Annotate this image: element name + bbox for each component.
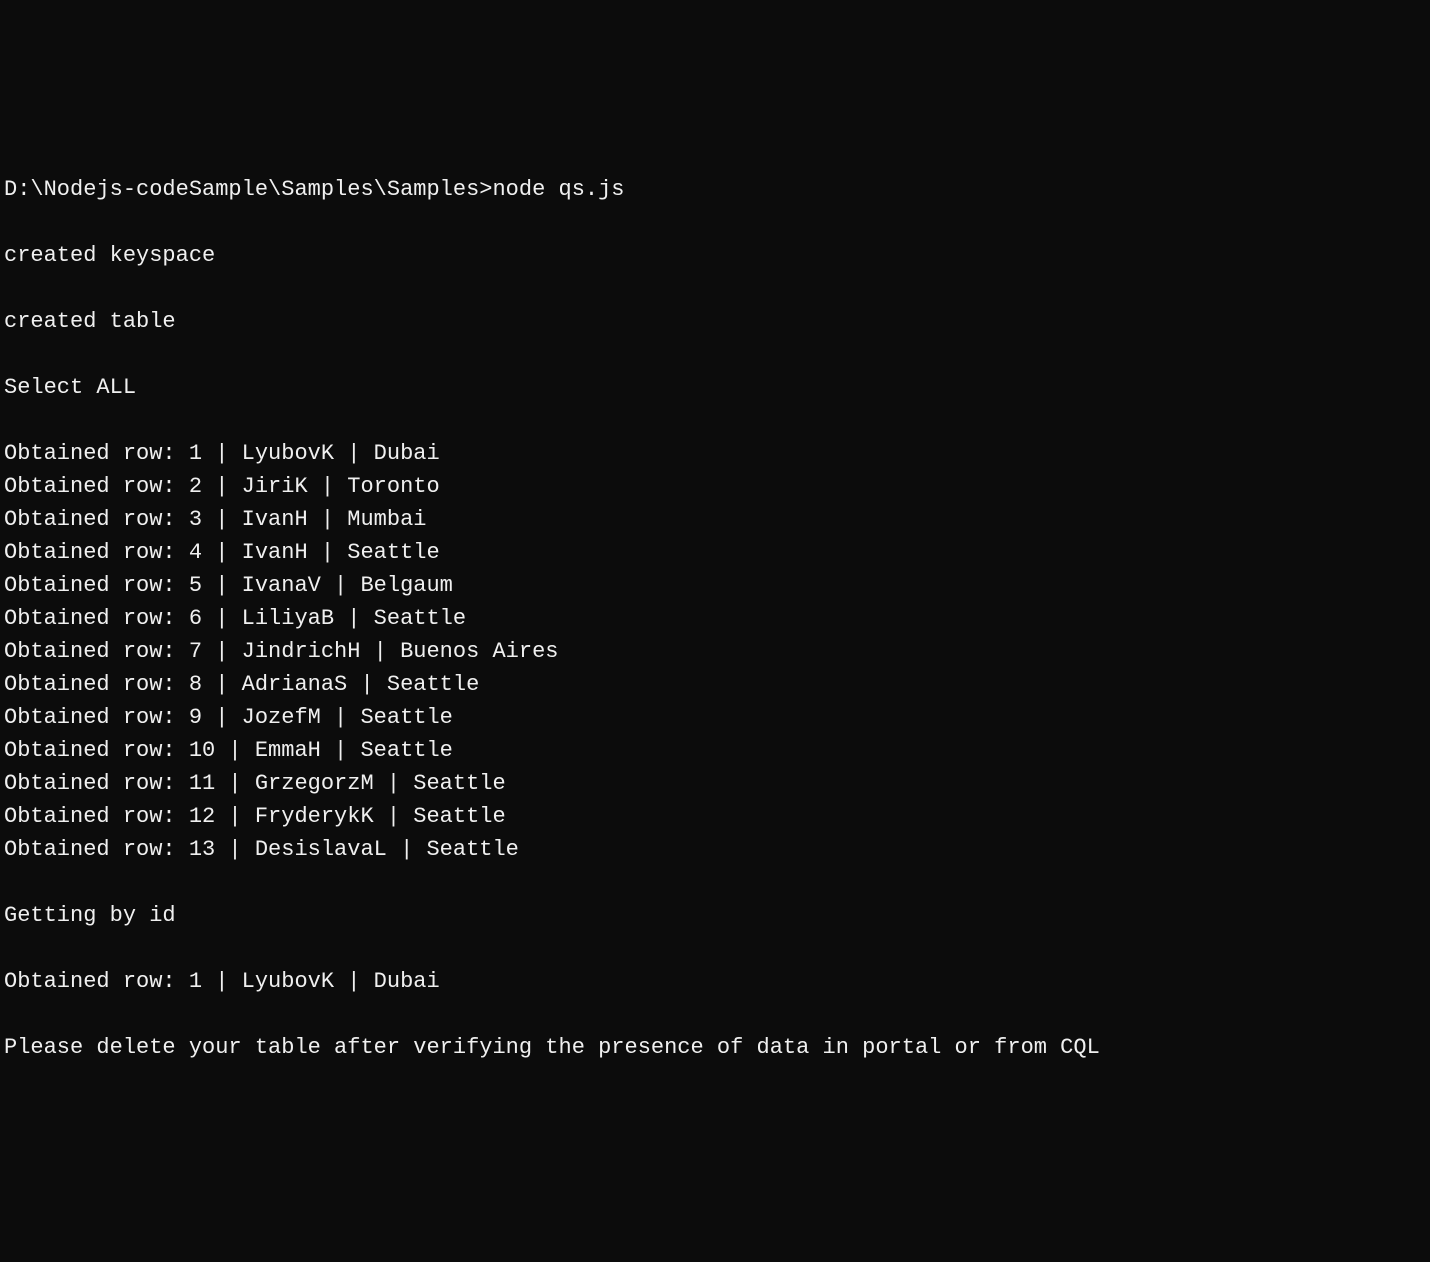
output-row: Obtained row: 5 | IvanaV | Belgaum [4,569,1430,602]
rows-output: Obtained row: 1 | LyubovK | DubaiObtaine… [4,437,1430,866]
output-row: Obtained row: 12 | FryderykK | Seattle [4,800,1430,833]
output-row: Obtained row: 1 | LyubovK | Dubai [4,965,1430,998]
output-row: Obtained row: 13 | DesislavaL | Seattle [4,833,1430,866]
output-row: Obtained row: 3 | IvanH | Mumbai [4,503,1430,536]
output-line: created keyspace [4,239,1430,272]
output-row: Obtained row: 9 | JozefM | Seattle [4,701,1430,734]
output-row: Obtained row: 10 | EmmaH | Seattle [4,734,1430,767]
terminal-window[interactable]: D:\Nodejs-codeSample\Samples\Samples>nod… [0,140,1430,1097]
command: node qs.js [492,177,624,202]
output-row: Obtained row: 4 | IvanH | Seattle [4,536,1430,569]
output-row: Obtained row: 8 | AdrianaS | Seattle [4,668,1430,701]
output-line: Getting by id [4,899,1430,932]
output-row: Obtained row: 11 | GrzegorzM | Seattle [4,767,1430,800]
output-row: Obtained row: 7 | JindrichH | Buenos Air… [4,635,1430,668]
output-line: created table [4,305,1430,338]
output-row: Obtained row: 2 | JiriK | Toronto [4,470,1430,503]
output-row: Obtained row: 6 | LiliyaB | Seattle [4,602,1430,635]
command-line: D:\Nodejs-codeSample\Samples\Samples>nod… [4,173,1430,206]
prompt: D:\Nodejs-codeSample\Samples\Samples> [4,177,492,202]
output-footer: Please delete your table after verifying… [4,1031,1430,1064]
output-line: Select ALL [4,371,1430,404]
output-row: Obtained row: 1 | LyubovK | Dubai [4,437,1430,470]
